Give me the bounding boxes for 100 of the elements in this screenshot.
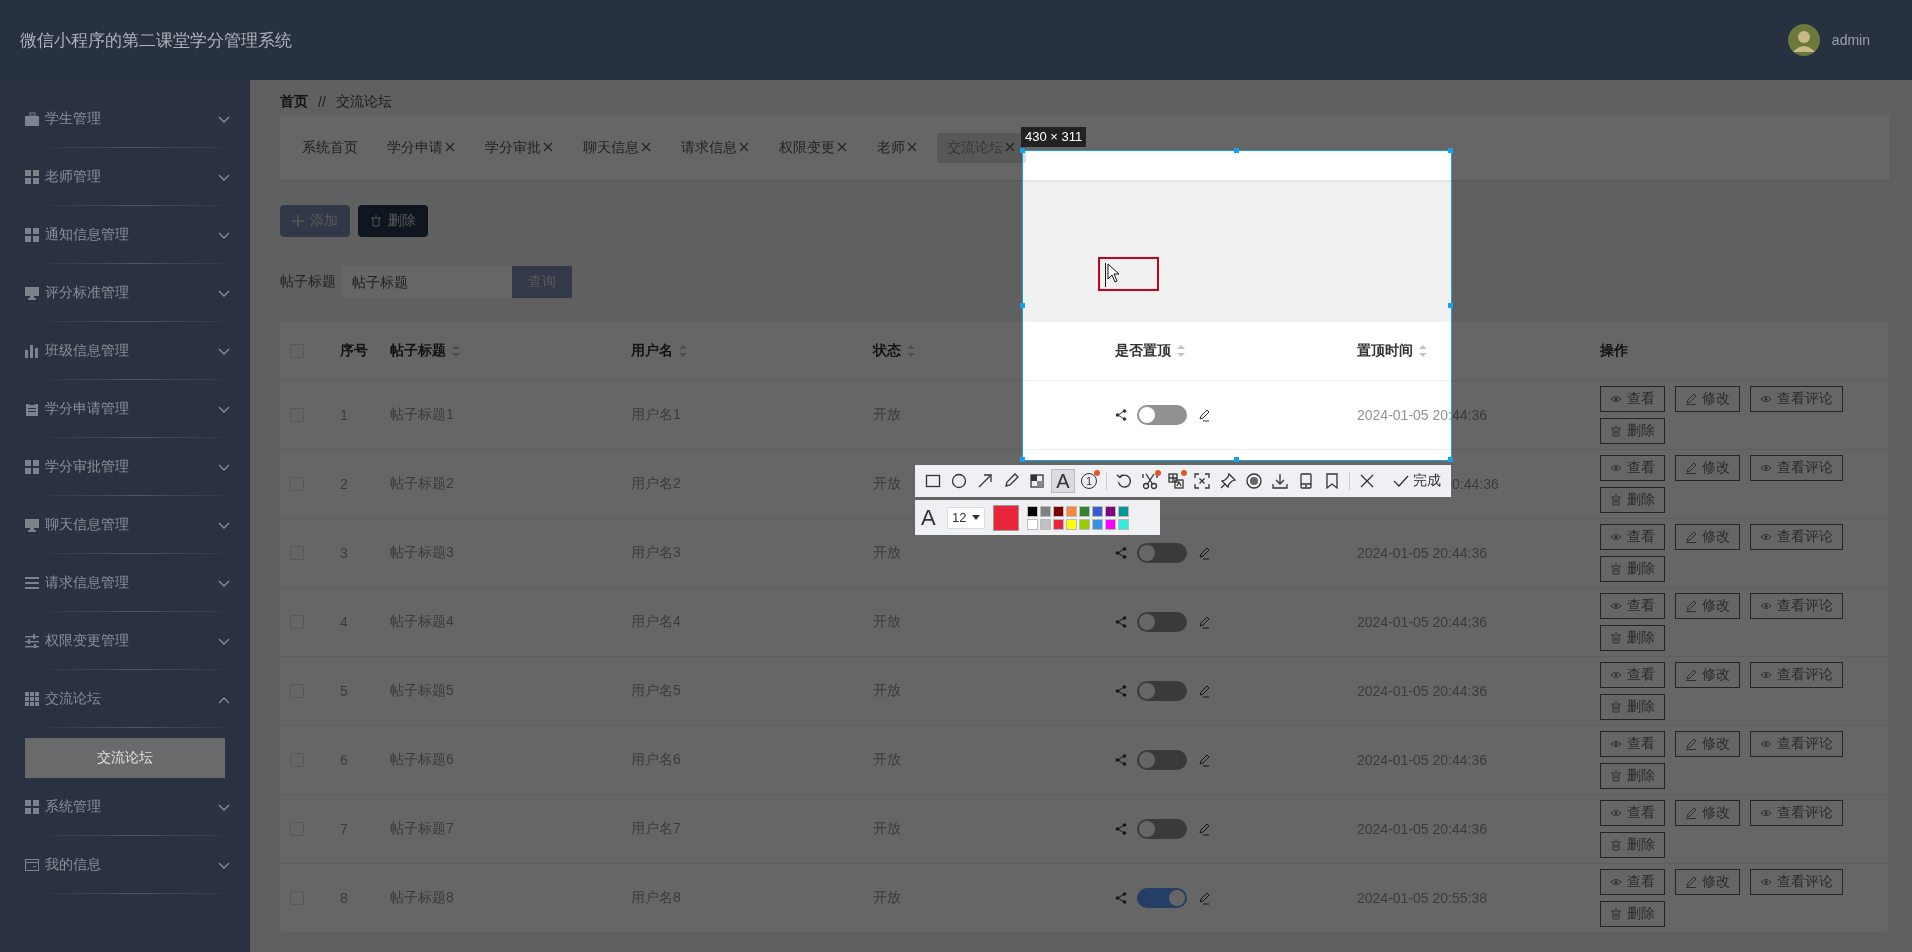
color-swatch[interactable] [1118,518,1129,530]
view-comments-button[interactable]: 查看评论 [1750,455,1843,481]
column-header[interactable]: 是否置顶 [1115,342,1171,360]
trash-icon [1610,563,1622,575]
color-swatch[interactable] [1027,505,1038,517]
page-tab[interactable]: 请求信息 [671,132,760,163]
search-field[interactable]: 帖子标题 [342,266,512,298]
delete-button[interactable]: 删除 [1600,556,1665,582]
view-button[interactable]: 查看 [1600,524,1665,550]
breadcrumb-current: 交流论坛 [335,93,392,111]
pin-icon [1219,472,1237,490]
edit-button[interactable]: 修改 [1675,869,1740,895]
resize-handle[interactable] [1234,457,1239,462]
resize-handle[interactable] [1020,302,1025,308]
view-button[interactable]: 查看 [1600,662,1665,688]
page-tab[interactable]: 聊天信息 [573,132,662,163]
view-comments-button[interactable]: 查看评论 [1750,869,1843,895]
color-swatch[interactable] [1040,505,1051,517]
edit-button[interactable]: 修改 [1675,455,1740,481]
view-button[interactable]: 查看 [1600,386,1665,412]
color-swatch[interactable] [1066,518,1077,530]
page-tab[interactable]: 学分审批 [475,132,564,163]
column-header[interactable]: 状态 [873,342,901,360]
view-comments-button[interactable]: 查看评论 [1750,800,1843,826]
color-swatch[interactable] [1079,505,1090,517]
close-icon [640,140,652,153]
trash-icon [370,215,382,227]
view-comments-button[interactable]: 查看评论 [1750,386,1843,412]
color-swatch[interactable] [1079,518,1090,530]
edit-button[interactable]: 修改 [1675,524,1740,550]
delete-button[interactable]: 删除 [1600,901,1665,927]
color-swatch[interactable] [1027,518,1038,530]
page-tab[interactable]: 学分申请 [377,132,466,163]
edit-button[interactable]: 修改 [1675,386,1740,412]
pin-toggle[interactable] [1137,405,1187,425]
chevron-down-icon [218,862,230,870]
column-header[interactable]: 置顶时间 [1357,342,1413,360]
resize-handle[interactable] [1020,457,1025,462]
view-comments-button[interactable]: 查看评论 [1750,524,1843,550]
resize-handle[interactable] [1448,302,1453,308]
delete-button[interactable]: 删除 [1600,418,1665,444]
color-swatch[interactable] [1040,518,1051,530]
column-header[interactable]: 帖子标题 [390,342,446,360]
resize-handle[interactable] [1020,148,1025,153]
font-size-dropdown[interactable]: 12 [947,506,985,529]
view-button[interactable]: 查看 [1600,869,1665,895]
color-swatch[interactable] [1105,505,1116,517]
view-comments-button[interactable]: 查看评论 [1750,731,1843,757]
delete-button[interactable]: 删除 [358,205,428,237]
delete-button[interactable]: 删除 [1600,487,1665,513]
edit-button[interactable]: 修改 [1675,593,1740,619]
number-tool[interactable]: 1 [1077,469,1101,493]
edit-button[interactable]: 修改 [1675,800,1740,826]
sort-icon [907,345,915,357]
edit-button[interactable]: 修改 [1675,731,1740,757]
breadcrumb-separator: // [318,94,326,110]
color-swatch[interactable] [1092,505,1103,517]
delete-button[interactable]: 删除 [1600,763,1665,789]
text-tool[interactable]: A [1051,469,1075,493]
resize-handle[interactable] [1448,457,1453,462]
current-color-swatch[interactable] [993,504,1019,531]
delete-button[interactable]: 删除 [1600,694,1665,720]
page-tab[interactable]: 老师 [867,132,928,163]
pin-toggle[interactable] [1137,612,1187,632]
view-comments-button[interactable]: 查看评论 [1750,593,1843,619]
delete-button[interactable]: 删除 [1600,625,1665,651]
pin-toggle[interactable] [1137,750,1187,770]
breadcrumb-link[interactable]: 首页 [280,93,308,111]
color-swatch[interactable] [1053,518,1064,530]
pin-toggle[interactable] [1137,888,1187,908]
pencil-icon [1685,738,1697,750]
trash-icon [1610,632,1622,644]
pencil-icon [1685,807,1697,819]
page-tab[interactable]: 系统首页 [292,132,368,163]
username[interactable]: admin [1831,32,1870,48]
delete-button[interactable]: 删除 [1600,832,1665,858]
chevron-down-icon [218,580,230,588]
column-header[interactable]: 用户名 [631,342,673,360]
pin-toggle[interactable] [1137,543,1187,563]
color-swatch[interactable] [1053,505,1064,517]
view-button[interactable]: 查看 [1600,455,1665,481]
done-button[interactable]: 完成 [1389,472,1445,490]
submenu-item[interactable]: 交流论坛 [25,738,225,778]
color-swatch[interactable] [1066,505,1077,517]
column-header: 操作 [1600,342,1628,360]
view-button[interactable]: 查看 [1600,800,1665,826]
text-box[interactable] [1098,257,1159,291]
color-swatch[interactable] [1105,518,1116,530]
pin-toggle[interactable] [1137,681,1187,701]
caret-icon [972,515,980,520]
view-comments-button[interactable]: 查看评论 [1750,662,1843,688]
view-button[interactable]: 查看 [1600,731,1665,757]
resize-handle[interactable] [1448,148,1453,153]
resize-handle[interactable] [1234,148,1239,153]
color-swatch[interactable] [1092,518,1103,530]
edit-button[interactable]: 修改 [1675,662,1740,688]
page-tab[interactable]: 权限变更 [769,132,858,163]
color-swatch[interactable] [1118,505,1129,517]
view-button[interactable]: 查看 [1600,593,1665,619]
pin-toggle[interactable] [1137,819,1187,839]
